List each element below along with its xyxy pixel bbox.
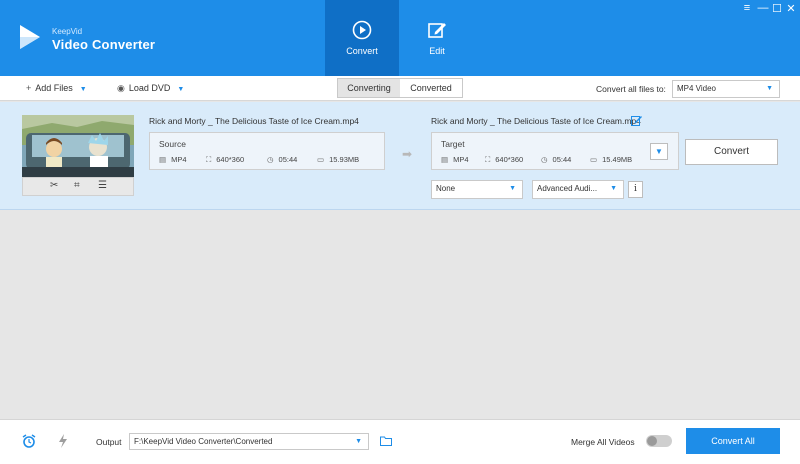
minimize-icon[interactable]: — [756,2,770,14]
load-dvd-button[interactable]: ◉ Load DVD ▼ [117,83,184,94]
folder-icon: ▭ [590,155,598,164]
chevron-down-icon: ▼ [355,438,362,445]
output-label: Output [96,437,122,447]
merge-all-toggle[interactable] [646,435,672,447]
source-resolution: 640*360 [216,155,245,164]
source-info-box: Source ▤ MP4 ⛶ 640*360 ◷ 05:44 ▭ 15.93MB [149,132,385,170]
source-file-name: Rick and Morty _ The Delicious Taste of … [149,116,359,126]
chevron-down-icon: ▼ [610,185,617,192]
source-size: 15.93MB [329,155,360,164]
tab-converted[interactable]: Converted [400,79,462,97]
film-icon: ▤ [441,155,449,164]
toggle-knob [647,436,657,446]
add-files-label: Add Files [35,83,73,93]
tab-converting[interactable]: Converting [338,79,400,97]
target-size: 15.49MB [602,155,633,164]
convert-all-button[interactable]: Convert All [686,428,780,454]
edit-pencil-icon [428,23,446,38]
lightning-icon[interactable] [58,434,68,448]
menu-icon[interactable]: ≡ [740,2,754,14]
brand-small-text: KeepVid [52,27,83,36]
clock-icon: ◷ [267,155,274,164]
maximize-icon[interactable]: ☐ [770,2,784,15]
disc-icon: ◉ [117,83,125,93]
tab-convert[interactable]: Convert [325,0,399,76]
resolution-icon: ⛶ [485,155,491,164]
target-resolution: 640*360 [495,155,524,164]
target-title: Target [441,139,465,149]
source-title: Source [159,139,186,149]
convert-all-format-value: MP4 Video [677,84,716,93]
subtitle-select[interactable]: None ▼ [431,180,523,199]
subtitle-value: None [436,184,456,193]
app-title: Video Converter [52,37,156,52]
resolution-icon: ⛶ [206,155,212,164]
chevron-down-icon: ▼ [766,85,773,92]
tab-convert-label: Convert [346,46,378,56]
chevron-down-icon[interactable]: ▼ [177,86,184,93]
alarm-clock-icon[interactable] [22,434,36,448]
clock-icon: ◷ [541,155,548,164]
chevron-down-icon[interactable]: ▼ [80,86,87,93]
play-logo-icon [20,25,40,49]
convert-all-format-select[interactable]: MP4 Video ▼ [672,80,780,98]
arrow-right-icon: ➡ [402,147,413,161]
scissors-icon[interactable]: ✂ [50,180,58,191]
chevron-down-icon: ▼ [509,185,516,192]
load-dvd-label: Load DVD [128,83,171,93]
rename-edit-icon[interactable] [631,115,642,126]
tab-edit-label: Edit [429,46,445,56]
target-format-dropdown-button[interactable]: ▼ [650,143,668,160]
merge-all-label: Merge All Videos [571,437,635,447]
output-path-select[interactable]: F:\KeepVid Video Converter\Converted ▼ [129,433,369,450]
crop-icon[interactable]: ⌗ [74,180,80,191]
video-thumbnail[interactable] [22,115,134,177]
add-files-button[interactable]: + Add Files ▼ [26,83,87,93]
convert-all-label: Convert all files to: [596,84,666,94]
thumbnail-toolbar: ✂ ⌗ ☰ [22,177,134,196]
output-path-value: F:\KeepVid Video Converter\Converted [134,437,273,446]
effects-icon[interactable]: ☰ [98,180,107,191]
status-segmented-control: Converting Converted [337,78,463,98]
tab-edit[interactable]: Edit [400,0,474,76]
film-icon: ▤ [159,155,167,164]
audio-track-select[interactable]: Advanced Audi... ▼ [532,180,624,199]
info-button[interactable]: i [628,181,643,198]
target-format: MP4 [453,155,469,164]
folder-icon: ▭ [317,155,325,164]
convert-play-icon [352,20,372,40]
open-folder-icon[interactable] [380,436,392,446]
plus-icon: + [26,83,32,93]
source-format: MP4 [171,155,187,164]
convert-button[interactable]: Convert [685,139,778,165]
target-duration: 05:44 [552,155,572,164]
title-bar: KeepVid Video Converter Convert Edit ≡ —… [0,0,800,76]
target-info-box: Target ▤ MP4 ⛶ 640*360 ◷ 05:44 ▭ 15.49MB [431,132,679,170]
close-icon[interactable]: ✕ [784,2,798,15]
target-file-name: Rick and Morty _ The Delicious Taste of … [431,116,641,126]
audio-track-value: Advanced Audi... [537,184,598,193]
source-duration: 05:44 [278,155,298,164]
